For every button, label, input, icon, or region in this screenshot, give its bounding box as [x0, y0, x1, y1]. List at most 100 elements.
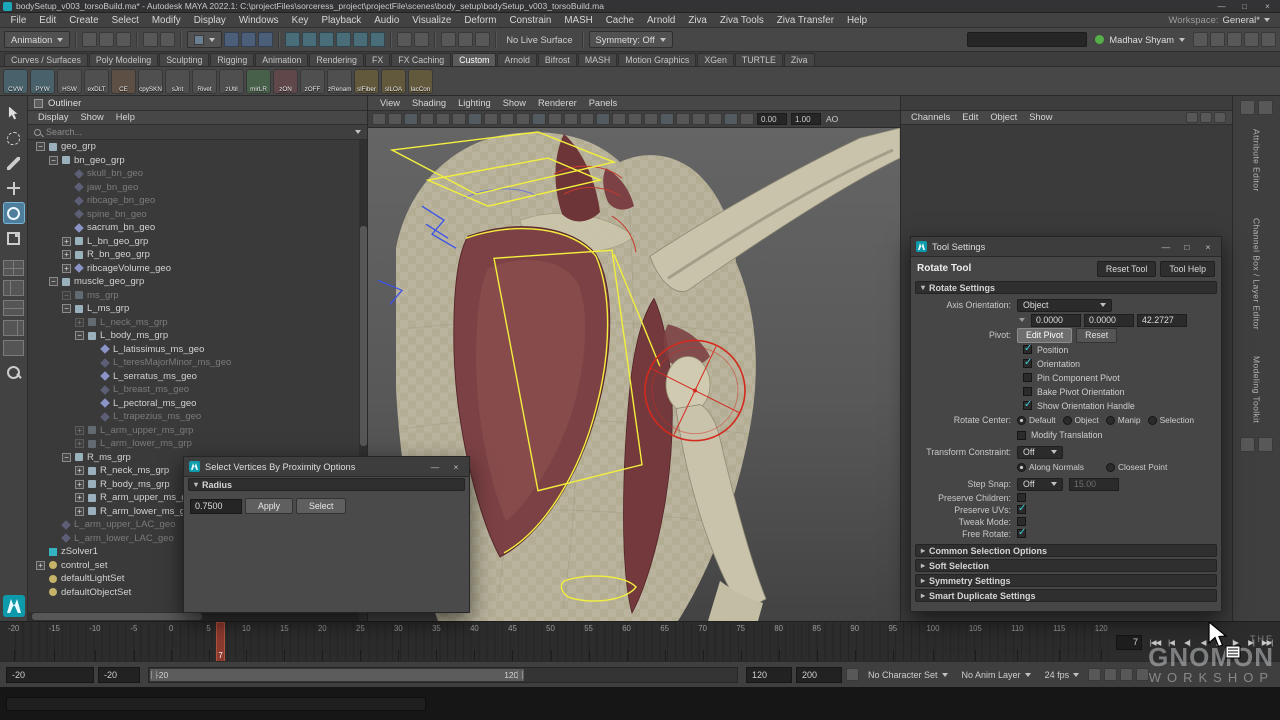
- outliner-menu-item[interactable]: Display: [32, 110, 74, 125]
- screen-space-ao-icon[interactable]: [676, 113, 690, 125]
- outliner-node[interactable]: − muscle_geo_grp: [28, 275, 359, 289]
- checkbox[interactable]: [1017, 493, 1026, 502]
- checkbox[interactable]: [1023, 345, 1032, 354]
- shelf-tab[interactable]: Bifrost: [538, 53, 577, 66]
- outliner-node[interactable]: L_latissimus_ms_geo: [28, 343, 359, 357]
- expand-toggle[interactable]: +: [75, 318, 84, 327]
- expand-toggle[interactable]: +: [75, 480, 84, 489]
- expand-toggle[interactable]: +: [75, 507, 84, 516]
- go-to-start-button[interactable]: |◀◀: [1147, 634, 1163, 650]
- render-settings-icon[interactable]: [475, 32, 490, 47]
- checkbox[interactable]: [1017, 517, 1026, 526]
- collapsed-section-header[interactable]: Symmetry Settings: [915, 574, 1217, 587]
- menu-item[interactable]: Deform: [458, 13, 503, 28]
- gamma-field[interactable]: 1.00: [791, 113, 821, 125]
- channel-manip-icon[interactable]: [1214, 112, 1226, 123]
- anim-layer-dropdown[interactable]: No Anim Layer: [957, 670, 1036, 680]
- radio-button[interactable]: [1017, 463, 1026, 472]
- shelf-tab[interactable]: Custom: [452, 53, 496, 66]
- save-scene-icon[interactable]: [116, 32, 131, 47]
- scale-tool[interactable]: [3, 227, 25, 249]
- checkbox[interactable]: [1023, 373, 1032, 382]
- close-button[interactable]: ×: [1258, 1, 1277, 12]
- checkbox[interactable]: [1017, 529, 1026, 538]
- outliner-node[interactable]: jaw_bn_geo: [28, 181, 359, 195]
- viewport-menu-item[interactable]: Renderer: [532, 96, 583, 111]
- sidebar-tab[interactable]: Channel Box / Layer Editor: [1250, 212, 1264, 336]
- outliner-node[interactable]: − L_body_ms_grp: [28, 329, 359, 343]
- menu-item[interactable]: File: [4, 13, 33, 28]
- viewport-menu-item[interactable]: Lighting: [452, 96, 497, 111]
- checkbox-row[interactable]: Bake Pivot Orientation: [1023, 385, 1215, 398]
- menu-item[interactable]: Playback: [315, 13, 368, 28]
- edit-pivot-button[interactable]: Edit Pivot: [1017, 328, 1072, 343]
- ipr-render-icon[interactable]: [458, 32, 473, 47]
- collapsed-section-header[interactable]: Smart Duplicate Settings: [915, 589, 1217, 602]
- expand-toggle[interactable]: −: [62, 291, 71, 300]
- loop-playback-icon[interactable]: [1088, 668, 1101, 681]
- menu-item[interactable]: Visualize: [406, 13, 458, 28]
- expand-toggle[interactable]: +: [62, 250, 71, 259]
- shadows-toggle-icon[interactable]: [660, 113, 674, 125]
- layout-persp-outliner[interactable]: [3, 300, 24, 316]
- rotate-value-field[interactable]: 0.0000: [1084, 314, 1134, 327]
- checkbox-row[interactable]: Orientation: [1023, 357, 1215, 370]
- wireframe-mode-icon[interactable]: [596, 113, 610, 125]
- outliner-node[interactable]: L_teresMajorMinor_ms_geo: [28, 356, 359, 370]
- menu-item[interactable]: Arnold: [641, 13, 682, 28]
- two-d-pan-zoom-icon[interactable]: [452, 113, 466, 125]
- gate-mask-icon[interactable]: [532, 113, 546, 125]
- step-back-frame-button[interactable]: ◀|: [1179, 634, 1195, 650]
- layout-persp-graph[interactable]: [3, 320, 24, 336]
- labeled-checkbox-row[interactable]: Preserve UVs:: [913, 504, 1215, 515]
- construction-history-icon[interactable]: [397, 32, 412, 47]
- minimize-button[interactable]: —: [1158, 240, 1174, 254]
- outliner-node[interactable]: − bn_geo_grp: [28, 154, 359, 168]
- grid-toggle-icon[interactable]: [484, 113, 498, 125]
- workspace-dropdown-arrow-icon[interactable]: [1264, 18, 1270, 22]
- move-tool[interactable]: [3, 177, 25, 199]
- rotate-center-option[interactable]: Object: [1063, 415, 1099, 425]
- animation-start-field[interactable]: -20: [6, 667, 94, 683]
- proximity-options-window[interactable]: Select Vertices By Proximity Options — ×…: [183, 456, 470, 613]
- outliner-search[interactable]: Search...: [28, 125, 367, 140]
- shelf-button[interactable]: zRenam: [327, 69, 352, 94]
- ao-toggle-label[interactable]: AO: [826, 114, 838, 124]
- lasso-tool[interactable]: [3, 127, 25, 149]
- open-render-view-icon[interactable]: [414, 32, 429, 47]
- shelf-button[interactable]: zOFF: [300, 69, 325, 94]
- shelf-tab[interactable]: FX: [365, 53, 390, 66]
- outliner-node[interactable]: L_serratus_ms_geo: [28, 370, 359, 384]
- collapsed-section-header[interactable]: Soft Selection: [915, 559, 1217, 572]
- layout-four-pane[interactable]: [3, 280, 24, 296]
- apply-button[interactable]: Apply: [245, 498, 293, 514]
- grease-pencil-icon[interactable]: [468, 113, 482, 125]
- tool-settings-window[interactable]: Tool Settings — □ × Rotate Tool Reset To…: [910, 236, 1222, 612]
- live-surface-indicator[interactable]: No Live Surface: [502, 35, 576, 45]
- snap-point-icon[interactable]: [319, 32, 334, 47]
- select-camera-icon[interactable]: [372, 113, 386, 125]
- outliner-header[interactable]: Outliner: [28, 96, 367, 111]
- multisample-icon[interactable]: [708, 113, 722, 125]
- axis-orientation-dropdown[interactable]: Object: [1017, 299, 1112, 312]
- outliner-node[interactable]: − ms_grp: [28, 289, 359, 303]
- menu-item[interactable]: Cache: [599, 13, 640, 28]
- shelf-tab[interactable]: Poly Modeling: [89, 53, 158, 66]
- shelf-tab[interactable]: Sculpting: [159, 53, 209, 66]
- time-slider[interactable]: -20-15-10-505101520253035404550556065707…: [0, 621, 1280, 661]
- outliner-hscroll-track[interactable]: [28, 612, 359, 621]
- rotate-value-field[interactable]: 42.2727: [1137, 314, 1187, 327]
- checkbox-row[interactable]: Show Orientation Handle: [1023, 399, 1215, 412]
- checkbox[interactable]: [1017, 431, 1026, 440]
- outliner-node[interactable]: L_pectoral_ms_geo: [28, 397, 359, 411]
- snap-view-plane-icon[interactable]: [353, 32, 368, 47]
- shelf-tab[interactable]: XGen: [697, 53, 734, 66]
- shelf-button[interactable]: exDLT: [84, 69, 109, 94]
- rotate-tool[interactable]: [3, 202, 25, 224]
- layout-hypershade[interactable]: [3, 340, 24, 356]
- shelf-tab[interactable]: Arnold: [497, 53, 536, 66]
- expand-toggle[interactable]: +: [75, 466, 84, 475]
- menu-item[interactable]: Ziva Transfer: [770, 13, 840, 28]
- radio-button[interactable]: [1106, 463, 1115, 472]
- axis-values-arrow-icon[interactable]: [1019, 318, 1025, 322]
